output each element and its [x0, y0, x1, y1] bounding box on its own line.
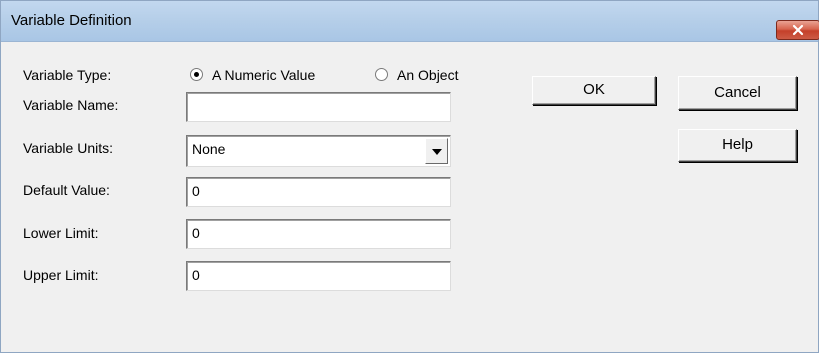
variable-units-value: None	[192, 141, 226, 157]
default-value-input[interactable]: 0	[186, 177, 451, 207]
variable-name-label: Variable Name:	[23, 97, 119, 113]
lower-limit-label: Lower Limit:	[23, 225, 99, 241]
numeric-value-label[interactable]: A Numeric Value	[212, 67, 315, 83]
cancel-button[interactable]: Cancel	[678, 76, 797, 110]
object-label[interactable]: An Object	[397, 67, 458, 83]
variable-name-input[interactable]	[186, 92, 451, 122]
variable-units-select[interactable]: None	[186, 135, 451, 167]
close-button[interactable]	[776, 20, 819, 40]
default-value-label: Default Value:	[23, 182, 110, 198]
help-button[interactable]: Help	[678, 129, 797, 162]
object-radio[interactable]	[375, 68, 388, 81]
variable-type-label: Variable Type:	[23, 67, 112, 83]
upper-limit-label: Upper Limit:	[23, 267, 99, 283]
variable-definition-dialog: Variable Definition Variable Type: A Num…	[0, 0, 819, 353]
title-bar[interactable]: Variable Definition	[1, 1, 819, 42]
window-title: Variable Definition	[11, 12, 132, 29]
variable-units-label: Variable Units:	[23, 140, 114, 156]
numeric-value-radio[interactable]	[190, 68, 203, 81]
upper-limit-input[interactable]: 0	[186, 261, 451, 291]
close-icon	[792, 24, 804, 36]
ok-button[interactable]: OK	[532, 76, 656, 105]
lower-limit-input[interactable]: 0	[186, 219, 451, 249]
chevron-down-icon[interactable]	[425, 138, 448, 164]
